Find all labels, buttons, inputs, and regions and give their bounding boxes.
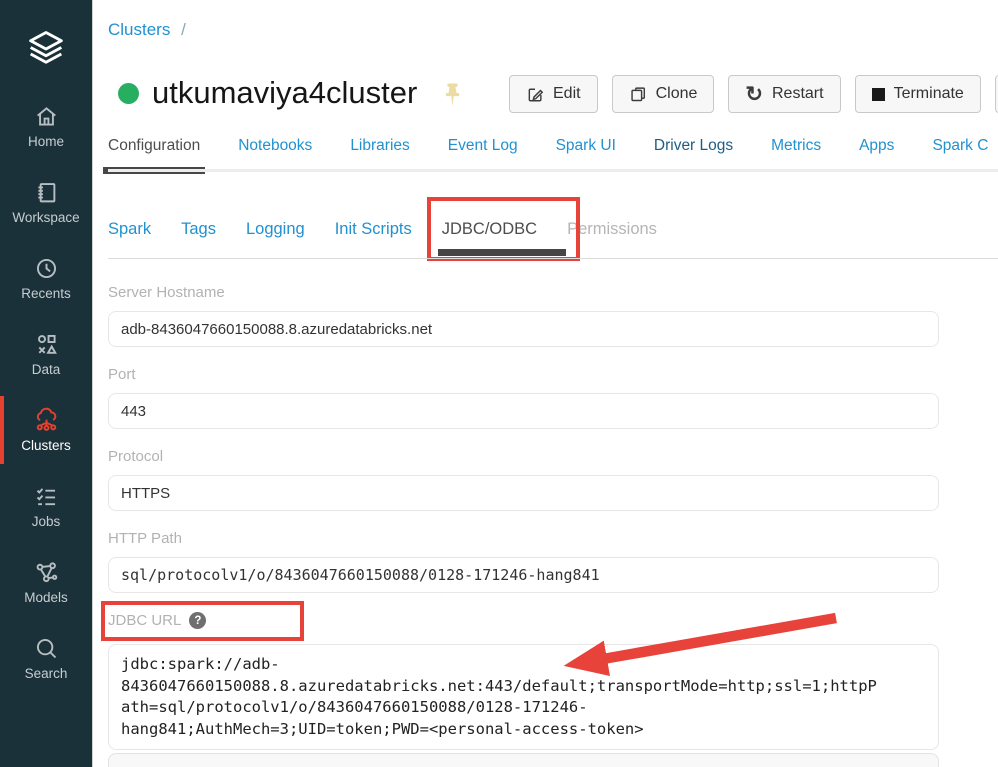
edit-button-label: Edit xyxy=(553,85,581,102)
subtab-jdbc-odbc[interactable]: JDBC/ODBC xyxy=(426,197,580,261)
subtab-init-scripts[interactable]: Init Scripts xyxy=(335,220,412,239)
port-label: Port xyxy=(108,366,136,383)
home-icon xyxy=(36,107,56,126)
sidebar-item-workspace[interactable]: Workspace xyxy=(0,164,92,240)
jdbc-url-line: jdbc:spark://adb- xyxy=(121,655,280,673)
subtab-logging[interactable]: Logging xyxy=(246,220,305,239)
subtab-spark[interactable]: Spark xyxy=(108,220,151,239)
subtab-permissions[interactable]: Permissions xyxy=(567,220,657,239)
sidebar-item-label: Data xyxy=(31,362,61,377)
workspace-icon xyxy=(37,183,55,203)
sidebar-item-search[interactable]: Search xyxy=(0,620,92,696)
terminate-button[interactable]: Terminate xyxy=(854,75,981,113)
configuration-subtabs: Spark Tags Logging Init Scripts JDBC/ODB… xyxy=(108,197,657,261)
sidebar-item-label: Models xyxy=(24,590,68,605)
jdbc-url-label: JDBC URL xyxy=(108,612,182,629)
server-hostname-label: Server Hostname xyxy=(108,284,225,301)
main-content: Clusters / utkumaviya4cluster Edit Clone… xyxy=(92,0,998,767)
cluster-status-dot xyxy=(118,82,139,104)
http-path-input[interactable] xyxy=(108,557,939,593)
sidebar-item-jobs[interactable]: Jobs xyxy=(0,468,92,544)
clone-pages-icon xyxy=(630,87,645,102)
restart-button[interactable]: ↻ Restart xyxy=(728,75,841,113)
tab-apps[interactable]: Apps xyxy=(859,137,894,155)
sidebar-item-home[interactable]: Home xyxy=(0,88,92,164)
edit-pencil-icon xyxy=(528,88,544,102)
breadcrumb-separator: / xyxy=(181,20,186,39)
protocol-input[interactable] xyxy=(108,475,939,511)
sidebar-item-label: Clusters xyxy=(21,438,71,453)
page-title: utkumaviya4cluster xyxy=(152,75,418,110)
databricks-stack-icon xyxy=(29,31,63,64)
jdbc-url-label-row: JDBC URL ? xyxy=(101,601,304,641)
sidebar-item-label: Workspace xyxy=(12,210,80,225)
breadcrumb: Clusters / xyxy=(108,20,186,40)
jdbc-url-field: JDBC URL ? jdbc:spark://adb- 84360476601… xyxy=(101,601,939,750)
sidebar-item-label: Home xyxy=(27,134,64,149)
clock-icon xyxy=(36,258,56,279)
jdbc-url-line: 8436047660150088.8.azuredatabricks.net:4… xyxy=(121,676,877,695)
sidebar-item-data[interactable]: Data xyxy=(0,316,92,392)
tab-configuration[interactable]: Configuration xyxy=(102,137,206,174)
sidebar-item-recents[interactable]: Recents xyxy=(0,240,92,316)
http-path-field: HTTP Path xyxy=(108,529,939,593)
protocol-field: Protocol xyxy=(108,447,939,511)
help-icon[interactable]: ? xyxy=(189,612,207,629)
subtab-tags[interactable]: Tags xyxy=(181,220,216,239)
terminate-square-icon xyxy=(871,87,885,101)
cluster-action-buttons: Edit Clone ↻ Restart Terminate ✖ xyxy=(509,75,998,113)
server-hostname-field: Server Hostname xyxy=(108,283,939,347)
port-input[interactable] xyxy=(108,393,939,429)
cluster-tabs: Configuration Notebooks Libraries Event … xyxy=(102,137,988,174)
subtab-jdbc-odbc-label: JDBC/ODBC xyxy=(441,220,538,238)
jdbc-url-line: hang841;AuthMech=3;UID=token;PWD=<person… xyxy=(121,719,644,738)
tab-spark-ui[interactable]: Spark UI xyxy=(556,137,616,155)
edit-button[interactable]: Edit xyxy=(509,75,598,113)
tab-event-log[interactable]: Event Log xyxy=(448,137,518,155)
terminate-button-label: Terminate xyxy=(893,85,964,102)
sidebar-item-models[interactable]: Models xyxy=(0,544,92,620)
breadcrumb-clusters-link[interactable]: Clusters xyxy=(108,20,170,39)
tab-libraries[interactable]: Libraries xyxy=(350,137,409,155)
sidebar-item-label: Recents xyxy=(21,286,71,301)
server-hostname-input[interactable] xyxy=(108,311,939,347)
sidebar: Home Workspace Recents Data Clusters Job… xyxy=(0,0,92,767)
databricks-logo[interactable] xyxy=(0,0,92,88)
next-field-partial-box[interactable] xyxy=(108,753,939,767)
sidebar-item-label: Search xyxy=(24,666,68,681)
protocol-label: Protocol xyxy=(108,448,164,465)
search-icon xyxy=(36,638,56,659)
tab-notebooks[interactable]: Notebooks xyxy=(238,137,312,155)
active-subtab-underline xyxy=(437,249,566,256)
databricks-cluster-page: Home Workspace Recents Data Clusters Job… xyxy=(0,0,998,767)
http-path-label: HTTP Path xyxy=(108,530,182,547)
pin-icon[interactable] xyxy=(443,82,462,108)
port-field: Port xyxy=(108,365,939,429)
cluster-title-row: utkumaviya4cluster xyxy=(108,72,462,114)
clone-button[interactable]: Clone xyxy=(611,75,715,113)
tab-metrics[interactable]: Metrics xyxy=(771,137,821,155)
subtabs-divider xyxy=(108,258,998,259)
jobs-checklist-icon xyxy=(36,488,55,506)
data-shapes-icon xyxy=(37,334,57,354)
restart-button-label: Restart xyxy=(772,85,824,102)
models-network-icon xyxy=(36,562,57,583)
tab-spark-cluster-ui[interactable]: Spark C xyxy=(932,137,988,155)
tab-driver-logs[interactable]: Driver Logs xyxy=(654,137,733,155)
jdbc-url-textarea[interactable]: jdbc:spark://adb- 8436047660150088.8.azu… xyxy=(108,644,939,750)
clusters-icon xyxy=(36,407,56,431)
clone-button-label: Clone xyxy=(655,85,698,102)
sidebar-item-clusters[interactable]: Clusters xyxy=(0,392,92,468)
tabs-underline xyxy=(108,169,998,172)
sidebar-item-label: Jobs xyxy=(31,514,61,529)
restart-icon: ↻ xyxy=(745,82,763,106)
jdbc-url-line: ath=sql/protocolv1/o/8436047660150088/01… xyxy=(121,698,588,716)
jdbc-odbc-form: Server Hostname Port Protocol HTTP Path … xyxy=(101,283,939,767)
